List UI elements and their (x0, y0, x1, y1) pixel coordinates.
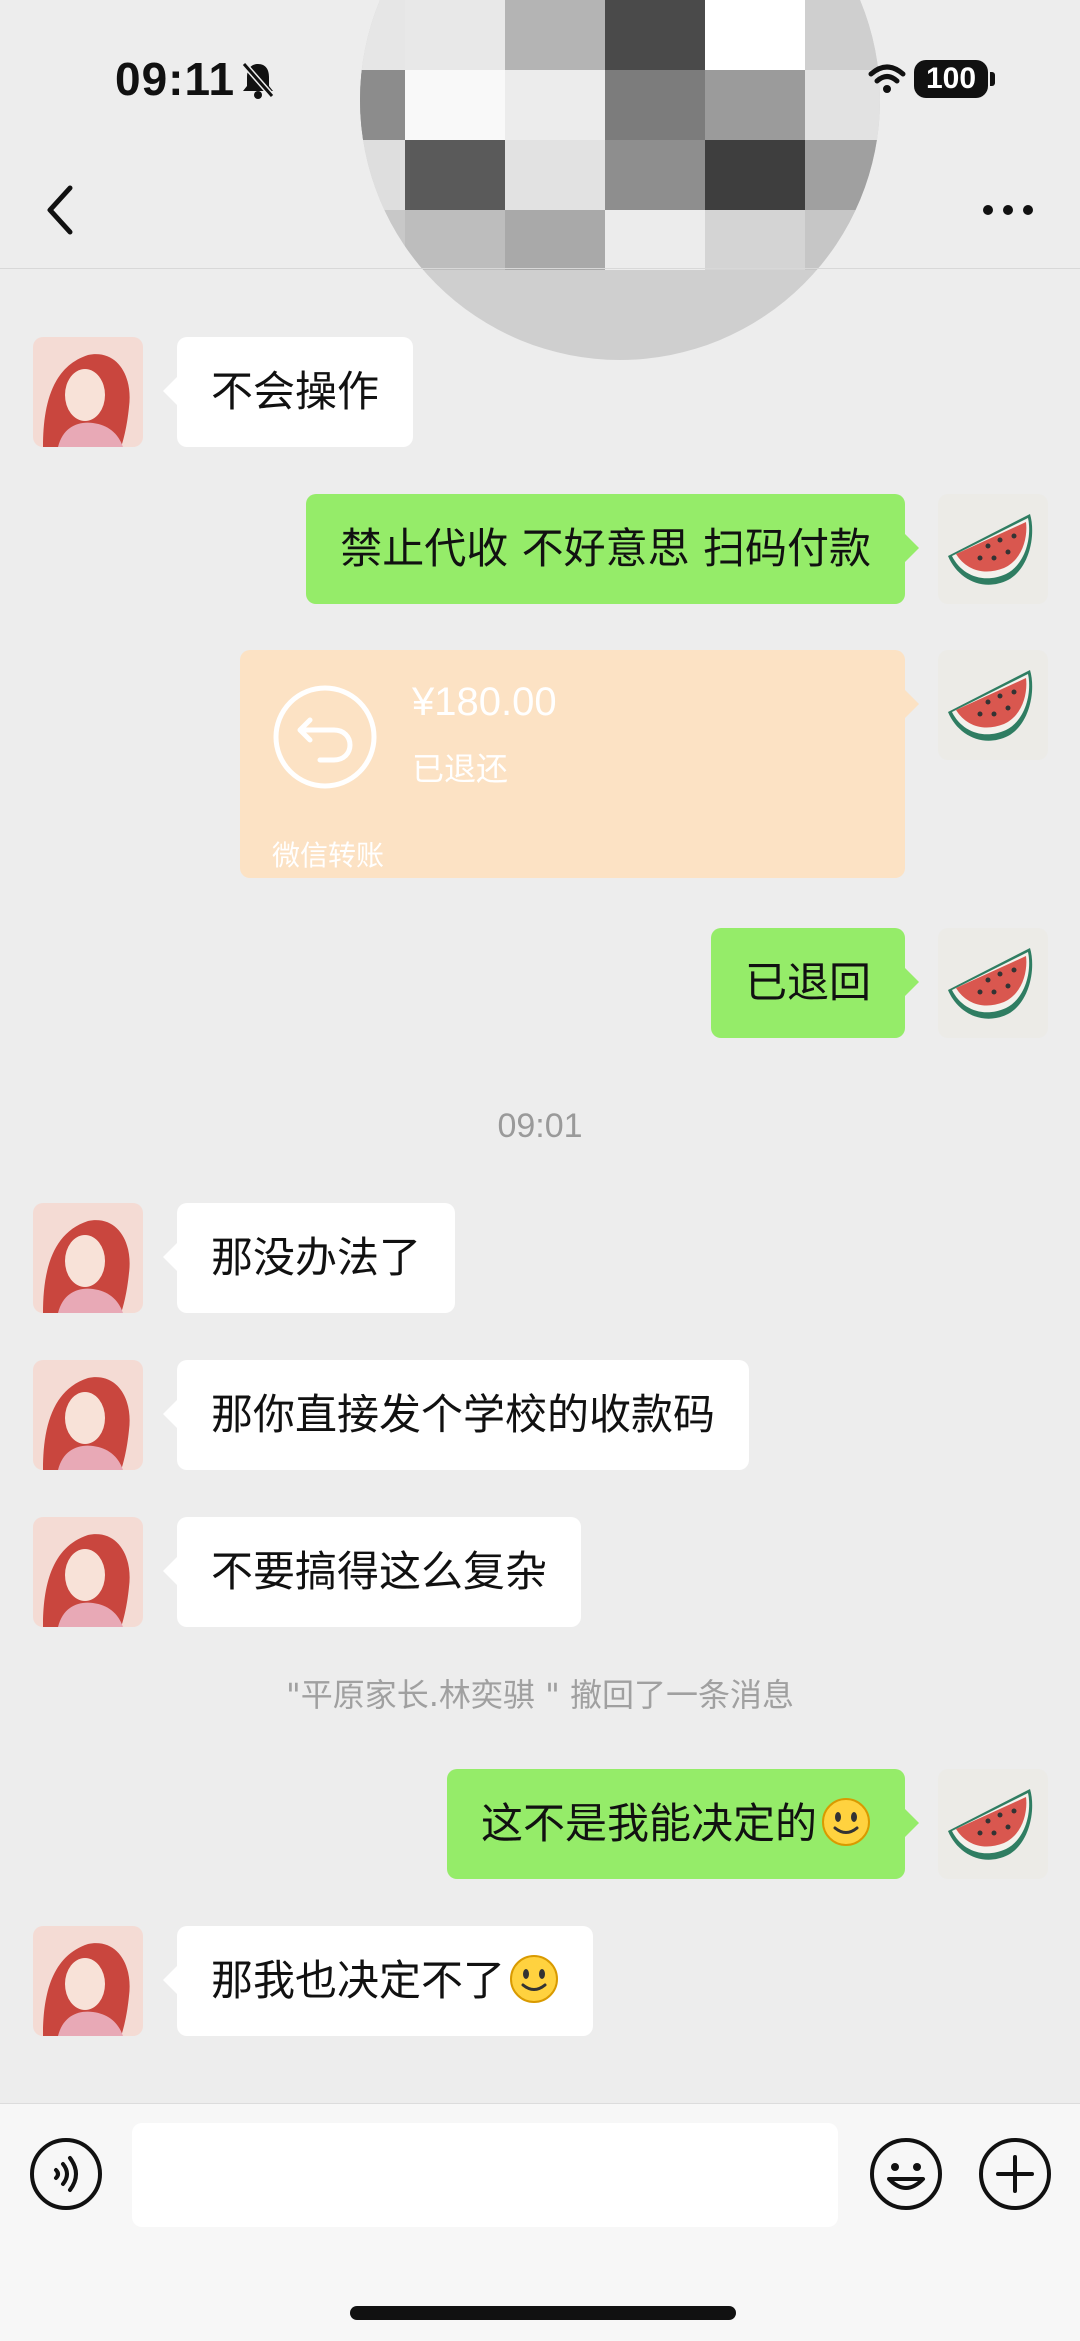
contact-avatar[interactable] (33, 1517, 143, 1627)
contact-avatar[interactable] (33, 1360, 143, 1470)
chat-timestamp: 09:01 (497, 1107, 583, 1145)
status-time: 09:11 (115, 53, 236, 105)
emoji-icon[interactable] (869, 2137, 943, 2211)
message-input[interactable] (132, 2123, 838, 2227)
self-avatar[interactable] (938, 1769, 1048, 1879)
more-icon[interactable] (980, 195, 1036, 225)
self-avatar[interactable] (938, 928, 1048, 1038)
contact-avatar[interactable] (33, 1203, 143, 1313)
home-indicator[interactable] (350, 2306, 736, 2320)
message-bubble-outgoing[interactable]: 这不是我能决定的 (446, 1769, 920, 1879)
contact-avatar[interactable] (33, 337, 143, 447)
back-icon[interactable] (40, 180, 80, 240)
battery-icon: 100 (914, 60, 988, 98)
transfer-card[interactable]: ¥180.00 已退还 微信转账 (240, 650, 919, 878)
transfer-amount: ¥180.00 (412, 680, 557, 724)
message-bubble-incoming[interactable]: 不会操作 (162, 337, 414, 447)
message-bubble-outgoing[interactable]: 已退回 (710, 928, 920, 1038)
self-avatar[interactable] (938, 494, 1048, 604)
message-bubble-incoming[interactable]: 那你直接发个学校的收款码 (162, 1360, 750, 1470)
contact-avatar[interactable] (33, 1926, 143, 2036)
voice-icon[interactable] (29, 2137, 103, 2211)
self-avatar[interactable] (938, 650, 1048, 760)
message-text: 这不是我能决定的 (480, 1799, 817, 1848)
message-text: 那我也决定不了 (211, 1956, 506, 2005)
wifi-icon (868, 64, 906, 93)
recall-notice: "平原家长.林奕骐 " 撤回了一条消息 (286, 1676, 794, 1714)
nav-divider (0, 268, 1080, 269)
smile-emoji-icon (822, 1798, 870, 1846)
redacted-contact-name (360, 0, 880, 360)
refund-icon (273, 685, 377, 789)
message-bubble-incoming[interactable]: 那我也决定不了 (162, 1926, 594, 2036)
chat-screen: 09:11 100 不会操作 禁止代收 不好意思 扫码付款 ¥180.00 已退… (0, 0, 1080, 2341)
message-bubble-incoming[interactable]: 那没办法了 (162, 1203, 456, 1313)
bell-off-icon (241, 62, 275, 99)
transfer-label: 微信转账 (272, 839, 385, 872)
smile-emoji-icon (510, 1955, 559, 2003)
message-bubble-outgoing[interactable]: 禁止代收 不好意思 扫码付款 (306, 494, 919, 604)
message-bubble-incoming[interactable]: 不要搞得这么复杂 (162, 1517, 582, 1627)
plus-icon[interactable] (978, 2137, 1052, 2211)
transfer-status: 已退还 (412, 750, 509, 788)
battery-tip (990, 72, 995, 86)
